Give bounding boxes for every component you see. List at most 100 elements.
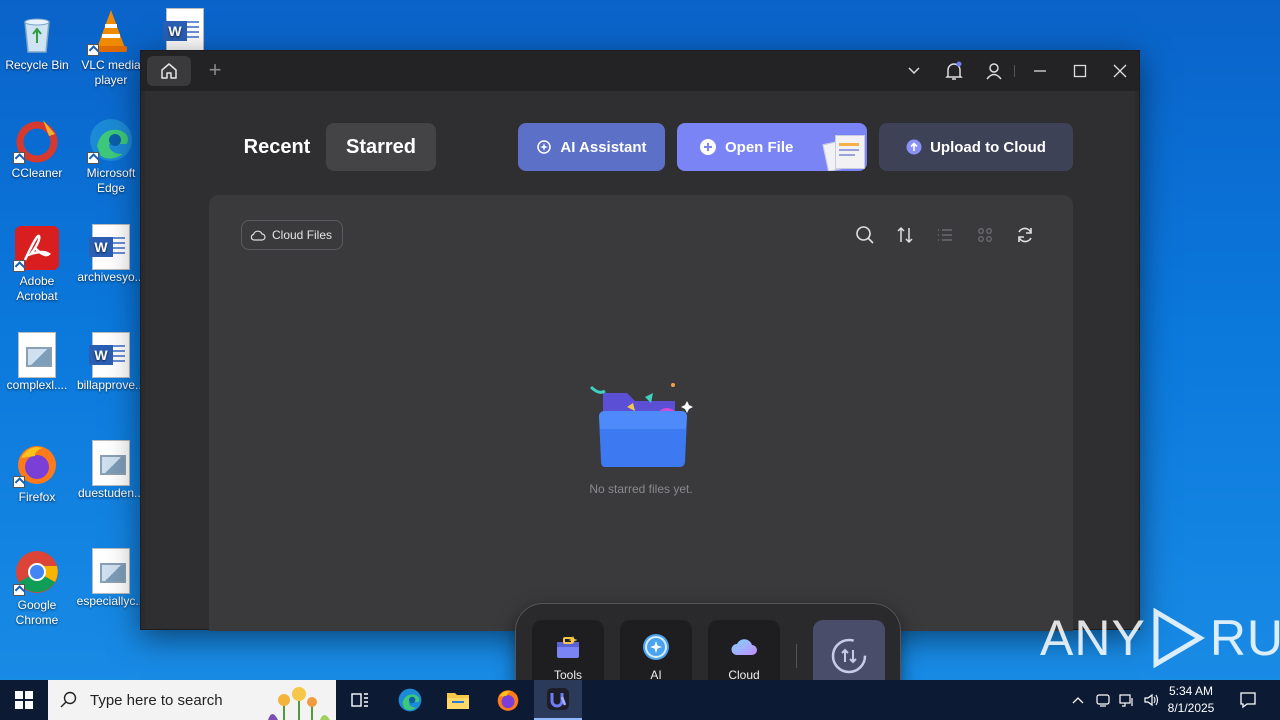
desktop-icon-billapprove[interactable]: W billapprove... [74, 332, 148, 393]
image-document-icon [92, 548, 130, 594]
desktop-icon-label: VLC media player [81, 58, 141, 87]
desktop-icon-archivesyo[interactable]: W archivesyo... [74, 224, 148, 285]
upload-to-cloud-label: Upload to Cloud [930, 138, 1046, 156]
tab-starred[interactable]: Starred [326, 123, 436, 171]
sort-button[interactable] [893, 223, 917, 247]
desktop-icon-label: duestuden... [77, 486, 145, 500]
upload-to-cloud-button[interactable]: Upload to Cloud [879, 123, 1073, 171]
watermark-right: RUN [1209, 610, 1280, 666]
open-file-label: Open File [725, 138, 794, 156]
shortcut-arrow-icon [87, 44, 99, 56]
network-icon [1119, 694, 1133, 707]
desktop-icon-firefox[interactable]: Firefox [0, 440, 74, 505]
open-file-button[interactable]: Open File [677, 123, 867, 171]
start-button[interactable] [0, 680, 48, 720]
chevron-up-icon [1072, 697, 1084, 704]
minimize-icon [1034, 70, 1046, 72]
title-bar: + [141, 51, 1139, 91]
desktop-icon-label: Google Chrome [15, 598, 59, 627]
desktop-icon-acrobat[interactable]: Adobe Acrobat [0, 224, 74, 304]
taskbar-firefox[interactable] [484, 680, 532, 720]
tab-recent[interactable]: Recent [229, 123, 325, 171]
tray-device-button[interactable] [1092, 680, 1114, 720]
ai-assistant-button[interactable]: AI Assistant [518, 123, 665, 171]
clock-date: 8/1/2025 [1167, 701, 1215, 715]
add-tab-button[interactable]: + [203, 59, 227, 83]
chrome-icon [13, 548, 61, 596]
desktop-icon-chrome[interactable]: Google Chrome [0, 548, 74, 628]
tray-volume-button[interactable] [1140, 680, 1162, 720]
list-view-icon [938, 229, 952, 241]
task-view-button[interactable] [336, 680, 384, 720]
bell-icon [945, 61, 963, 80]
firefox-icon [497, 690, 519, 711]
device-icon [1096, 694, 1110, 707]
action-center-button[interactable] [1230, 680, 1266, 720]
search-placeholder: Type here to search [90, 691, 223, 709]
desktop-icon-label: billapprove... [76, 378, 146, 392]
tray-overflow-button[interactable] [1068, 680, 1088, 720]
desktop-icon-word-doc[interactable]: W [148, 8, 222, 54]
search-icon [60, 691, 77, 708]
refresh-icon [1018, 227, 1032, 243]
home-tab[interactable] [147, 56, 191, 86]
desktop-icon-especiallyc[interactable]: especiallyc... [74, 548, 148, 609]
shortcut-arrow-icon [13, 260, 25, 272]
taskbar-edge[interactable] [386, 680, 434, 720]
taskbar-clock[interactable]: 5:34 AM 8/1/2025 [1160, 683, 1222, 717]
maximize-button[interactable] [1067, 59, 1093, 83]
desktop-icon-label: complexl.... [6, 378, 68, 392]
pdf-app-icon [547, 688, 569, 710]
grid-view-button[interactable] [973, 223, 997, 247]
desktop-icon-vlc[interactable]: VLC media player [74, 8, 148, 88]
maximize-icon [1073, 64, 1087, 78]
sort-icon [897, 226, 913, 244]
minimize-button[interactable] [1027, 59, 1053, 83]
speaker-icon [1144, 693, 1159, 707]
desktop-icon-complexl[interactable]: complexl.... [0, 332, 74, 393]
word-document-icon: W [163, 8, 204, 54]
taskbar-pdf-app[interactable] [534, 680, 582, 720]
taskbar-file-explorer[interactable] [434, 680, 482, 720]
vlc-icon [87, 8, 135, 56]
shortcut-arrow-icon [13, 152, 25, 164]
toolbox-icon [553, 632, 583, 662]
upload-icon [906, 139, 922, 155]
list-view-button[interactable] [933, 223, 957, 247]
account-button[interactable] [981, 59, 1007, 83]
document-stack-icon [821, 133, 865, 171]
desktop-icon-recycle-bin[interactable]: Recycle Bin [0, 8, 74, 73]
notification-icon [1240, 692, 1256, 709]
cloud-files-filter[interactable]: Cloud Files [241, 220, 344, 250]
word-document-icon: W [89, 224, 130, 270]
desktop-icon-ccleaner[interactable]: CCleaner [0, 116, 74, 181]
desktop-icon-label: Firefox [18, 490, 56, 504]
desktop-icon-label: Microsoft Edge [86, 166, 136, 195]
search-button[interactable] [853, 223, 877, 247]
close-button[interactable] [1107, 59, 1133, 83]
image-document-icon [18, 332, 56, 378]
ai-sparkle-icon [537, 140, 552, 154]
tray-network-button[interactable] [1116, 680, 1138, 720]
firefox-icon [13, 440, 61, 488]
chevron-down-icon [908, 67, 920, 75]
task-view-icon [351, 693, 368, 707]
plus-circle-icon [700, 139, 716, 155]
taskbar-search-box[interactable]: Type here to search [48, 680, 336, 720]
shortcut-arrow-icon [13, 476, 25, 488]
desktop-icon-edge[interactable]: Microsoft Edge [74, 116, 148, 196]
cloud-icon [729, 632, 759, 662]
desktop-icon-label: CCleaner [11, 166, 63, 180]
play-logo-icon [1153, 608, 1205, 668]
anyrun-watermark: ANY RUN [1040, 608, 1280, 668]
notifications-button[interactable] [941, 59, 967, 83]
desktop-icon-label: archivesyo... [77, 270, 145, 284]
word-document-icon: W [89, 332, 130, 378]
convert-icon [831, 638, 867, 674]
windows-logo-icon [15, 691, 33, 709]
edge-icon [398, 688, 422, 712]
dropdown-button[interactable] [901, 59, 927, 83]
desktop-icon-duestuden[interactable]: duestuden... [74, 440, 148, 501]
grid-view-icon [978, 228, 992, 242]
refresh-button[interactable] [1013, 223, 1037, 247]
